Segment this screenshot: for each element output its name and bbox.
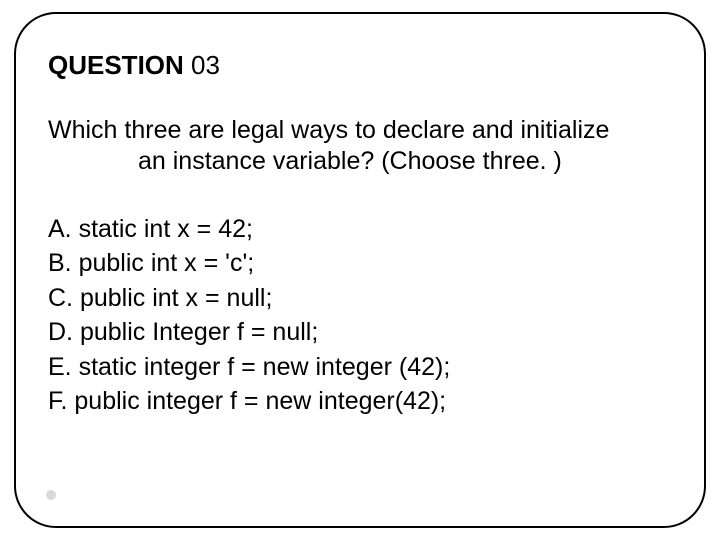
option-a: A. static int x = 42; (48, 212, 676, 247)
slide: QUESTION 03 Which three are legal ways t… (0, 0, 720, 540)
prompt-line-1: Which three are legal ways to declare an… (48, 116, 609, 144)
rounded-frame: QUESTION 03 Which three are legal ways t… (14, 12, 706, 528)
option-e: E. static integer f = new integer (42); (48, 350, 676, 385)
question-prompt: Which three are legal ways to declare an… (48, 115, 676, 178)
options-list: A. static int x = 42; B. public int x = … (48, 212, 676, 419)
option-c: C. public int x = null; (48, 281, 676, 316)
option-b: B. public int x = 'c'; (48, 246, 676, 281)
question-number: 03 (191, 50, 220, 80)
decorative-circle-icon (46, 490, 56, 500)
question-word: QUESTION (48, 50, 184, 80)
option-f: F. public integer f = new integer(42); (48, 384, 676, 419)
option-d: D. public Integer f = null; (48, 315, 676, 350)
prompt-line-2: an instance variable? (Choose three. ) (48, 146, 676, 177)
question-heading: QUESTION 03 (48, 50, 676, 81)
